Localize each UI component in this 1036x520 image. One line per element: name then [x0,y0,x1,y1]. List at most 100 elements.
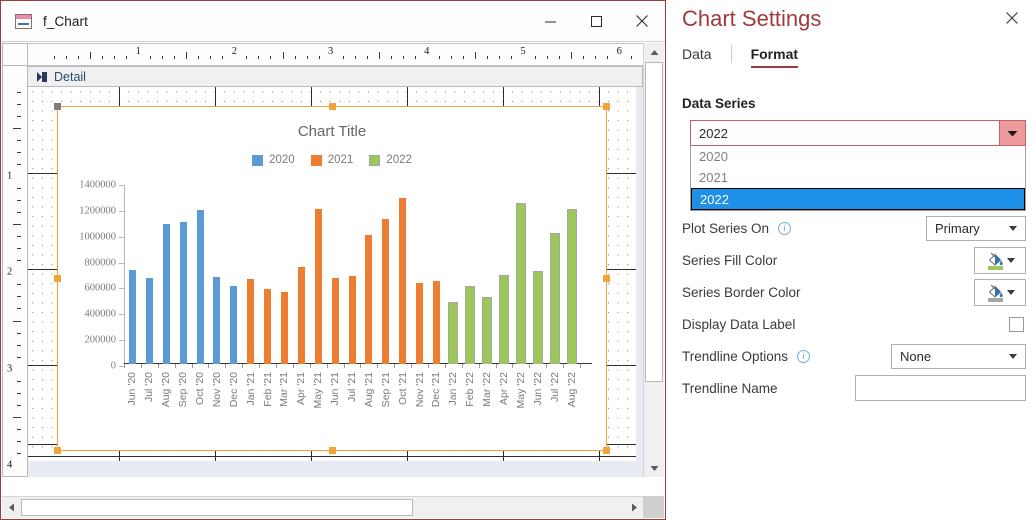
chart-bar[interactable] [399,198,406,364]
chart-bar[interactable] [533,271,543,364]
chart-bar[interactable] [163,224,170,364]
chart-bar[interactable] [349,276,356,364]
detail-section-band[interactable]: Detail [28,66,643,87]
ruler-row: 123456 [2,43,664,66]
checkbox-display-data-label[interactable] [1009,317,1024,332]
chart-bar[interactable] [499,275,509,364]
chevron-down-icon[interactable] [999,121,1025,145]
scroll-right-button[interactable] [625,497,643,518]
color-picker-series-border-color[interactable] [974,279,1026,306]
chart-bar[interactable] [448,302,458,364]
horizontal-scroll-thumb[interactable] [21,499,413,516]
chart-bar[interactable] [129,270,136,364]
chart-bar[interactable] [433,281,440,364]
resize-handle-top-right[interactable] [603,103,610,110]
ruler-tick [499,56,500,59]
chart-bar[interactable] [332,278,339,364]
chart-bar[interactable] [264,289,271,364]
tab-data[interactable]: Data [682,44,712,68]
scroll-up-button[interactable] [644,43,664,61]
x-axis-tick [276,364,277,368]
resize-handle-middle-right[interactable] [603,275,610,282]
resize-handle-middle-left[interactable] [54,275,61,282]
chart-bar[interactable] [482,297,492,364]
color-picker-series-fill-color[interactable] [974,247,1026,274]
chevron-down-icon[interactable] [1009,226,1017,231]
chevron-down-icon[interactable] [1007,258,1015,263]
chart-bar[interactable] [213,277,220,364]
resize-handle-bottom-right[interactable] [603,447,610,454]
chart-bar[interactable] [146,278,153,364]
chevron-down-icon[interactable] [1007,290,1015,295]
chart-control[interactable]: Chart Title 202020212022 020000040000060… [57,106,607,451]
resize-handle-bottom-left[interactable] [54,447,61,454]
ruler-tick [559,56,560,59]
maximize-button[interactable] [573,1,619,41]
x-axis-tick [529,364,530,368]
ruler-corner-box[interactable] [2,43,28,66]
minimize-button[interactable] [527,1,573,41]
vertical-scrollbar[interactable] [643,43,664,477]
ruler-tick [17,140,21,141]
resize-handle-bottom-center[interactable] [329,447,336,454]
vertical-scroll-thumb[interactable] [645,62,663,382]
setting-label: Trendline Name [682,381,778,396]
data-series-dropdown-list[interactable]: 202020212022 [690,146,1026,211]
chart-bar[interactable] [567,209,577,364]
chart-bar[interactable] [416,283,423,364]
x-axis-tick [259,364,260,368]
legend-item-2022[interactable]: 2022 [369,154,412,166]
form-canvas[interactable]: Chart Title 202020212022 020000040000060… [28,87,643,477]
ruler-number: 5 [520,46,525,57]
legend-item-2020[interactable]: 2020 [252,154,295,166]
setting-row: Trendline OptionsiNone [682,341,1026,371]
chart-bar[interactable] [298,267,305,364]
chart-bar[interactable] [230,286,237,364]
ruler-tick [222,56,223,59]
chart-bar[interactable] [516,203,526,364]
select-trendline-options[interactable]: None [891,344,1026,369]
input-trendline-name[interactable] [855,375,1026,401]
ruler-tick [270,56,271,59]
x-axis-tick [310,364,311,368]
x-axis-label: Aug '20 [160,372,172,407]
close-icon[interactable] [1002,8,1022,28]
data-series-combobox[interactable]: 2022 [690,120,1026,146]
x-axis-tick [496,364,497,368]
tab-format[interactable]: Format [751,44,798,68]
info-icon[interactable]: i [797,350,810,363]
chart-bar[interactable] [247,279,254,364]
tab-separator [731,45,732,63]
dropdown-option-2020[interactable]: 2020 [691,146,1025,167]
chart-bar[interactable] [382,219,389,364]
resize-handle-top-center[interactable] [329,103,336,110]
chart-bar[interactable] [465,286,475,364]
legend-item-2021[interactable]: 2021 [311,154,354,166]
dropdown-option-2021[interactable]: 2021 [691,167,1025,188]
setting-control [974,279,1026,306]
chart-bar[interactable] [550,233,560,364]
scroll-left-button[interactable] [2,497,20,518]
chart-bar[interactable] [197,210,204,364]
select-plot-series-on[interactable]: Primary [926,216,1026,241]
x-axis-tick [124,364,125,368]
horizontal-ruler[interactable]: 123456 [28,43,664,66]
chart-bar[interactable] [281,292,288,364]
ruler-tick [17,104,21,105]
close-button[interactable] [619,1,665,41]
ruler-tick [547,56,548,59]
chart-bar[interactable] [180,222,187,364]
form-design-grid[interactable]: Chart Title 202020212022 020000040000060… [28,87,636,461]
horizontal-scrollbar[interactable] [2,496,643,518]
chart-bar[interactable] [315,209,322,364]
ruler-tick [17,116,21,117]
scroll-down-button[interactable] [644,459,664,477]
dropdown-option-2022[interactable]: 2022 [691,188,1025,210]
x-axis-tick [462,364,463,368]
resize-handle-top-left[interactable] [54,103,61,110]
ruler-tick [102,56,103,59]
info-icon[interactable]: i [778,222,791,235]
chevron-down-icon[interactable] [1009,354,1017,359]
chart-bar[interactable] [365,235,372,364]
vertical-ruler[interactable]: 1234 [2,66,28,477]
